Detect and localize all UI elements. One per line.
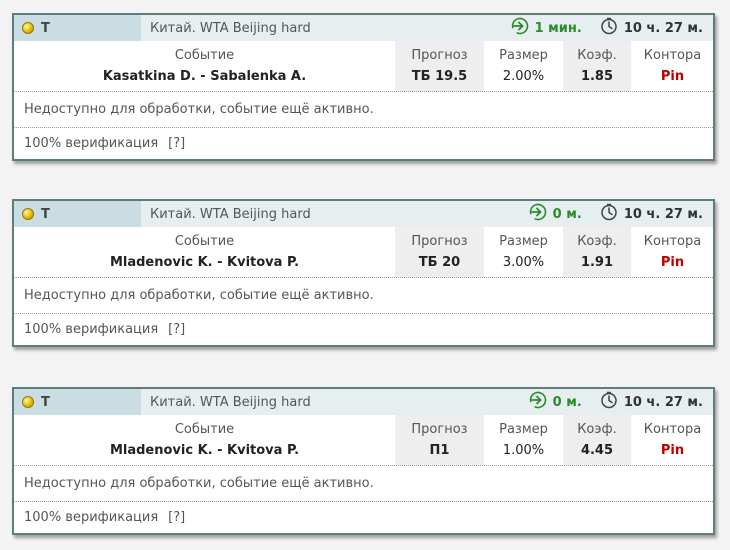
card-header: Т Китай. WTA Beijing hard 1 мин. 10 ч. 2… <box>14 15 713 41</box>
prediction-value: ТБ 20 <box>418 255 461 270</box>
bet-details: Событие Mladenovic K. - Kvitova P. Прогн… <box>14 415 713 466</box>
bet-card: Т Китай. WTA Beijing hard 0 м. 10 ч. 27 … <box>12 199 715 347</box>
help-link[interactable]: [?] <box>168 322 185 337</box>
event-column: Событие Mladenovic K. - Kvitova P. <box>14 227 394 277</box>
bookmaker-column: Контора Pin <box>631 415 713 465</box>
size-value: 1.00% <box>502 443 545 458</box>
stopwatch-icon <box>600 391 624 413</box>
event-label: Событие <box>174 422 235 437</box>
league-title: Китай. WTA Beijing hard <box>150 394 311 410</box>
status-text: 0 м. <box>552 394 582 410</box>
prediction-column: Прогноз П1 <box>394 415 484 465</box>
prediction-label: Прогноз <box>411 48 468 63</box>
status-indicator: 0 м. <box>529 203 582 225</box>
odds-label: Коэф. <box>577 48 617 63</box>
timer-text: 10 ч. 27 м. <box>623 206 703 222</box>
size-column: Размер 1.00% <box>484 415 562 465</box>
help-link[interactable]: [?] <box>168 510 185 525</box>
prediction-value: П1 <box>429 443 450 458</box>
sport-cell: Т <box>14 15 141 41</box>
bet-details: Событие Kasatkina D. - Sabalenka A. Прог… <box>14 41 713 92</box>
card-header: Т Китай. WTA Beijing hard 0 м. 10 ч. 27 … <box>14 201 713 227</box>
bet-card: Т Китай. WTA Beijing hard 1 мин. 10 ч. 2… <box>12 13 715 161</box>
status-text: 0 м. <box>552 206 582 222</box>
verification-row: 100% верификация [?] <box>14 128 713 159</box>
size-value: 2.00% <box>502 69 545 84</box>
sport-cell: Т <box>14 201 141 227</box>
event-column: Событие Kasatkina D. - Sabalenka A. <box>14 41 394 91</box>
prediction-label: Прогноз <box>411 234 468 249</box>
stopwatch-icon <box>600 17 624 39</box>
league-title: Китай. WTA Beijing hard <box>150 206 311 222</box>
time-remaining: 10 ч. 27 м. <box>600 17 703 39</box>
verification-row: 100% верификация [?] <box>14 502 713 533</box>
league-title: Китай. WTA Beijing hard <box>150 20 311 36</box>
card-header: Т Китай. WTA Beijing hard 0 м. 10 ч. 27 … <box>14 389 713 415</box>
size-value: 3.00% <box>502 255 545 270</box>
prediction-column: Прогноз ТБ 19.5 <box>394 41 484 91</box>
prediction-column: Прогноз ТБ 20 <box>394 227 484 277</box>
time-remaining: 10 ч. 27 м. <box>600 203 703 225</box>
size-label: Размер <box>499 48 548 63</box>
odds-value: 1.85 <box>580 69 614 84</box>
help-link[interactable]: [?] <box>168 136 185 151</box>
bookmaker-label: Контора <box>643 234 702 249</box>
verification-text: 100% верификация <box>24 322 159 337</box>
bookmaker-column: Контора Pin <box>631 41 713 91</box>
arrow-in-circle-icon <box>529 203 553 225</box>
bookmaker-value[interactable]: Pin <box>661 443 684 458</box>
bet-details: Событие Mladenovic K. - Kvitova P. Прогн… <box>14 227 713 278</box>
status-indicator: 0 м. <box>529 391 582 413</box>
sport-cell: Т <box>14 389 141 415</box>
event-column: Событие Mladenovic K. - Kvitova P. <box>14 415 394 465</box>
sport-label: Т <box>41 394 50 410</box>
verification-row: 100% верификация [?] <box>14 314 713 345</box>
timer-text: 10 ч. 27 м. <box>623 394 703 410</box>
event-label: Событие <box>174 234 235 249</box>
bookmaker-value[interactable]: Pin <box>661 69 684 84</box>
event-name[interactable]: Mladenovic K. - Kvitova P. <box>110 255 299 270</box>
size-label: Размер <box>499 422 548 437</box>
tennis-ball-icon <box>22 208 34 220</box>
event-name[interactable]: Mladenovic K. - Kvitova P. <box>110 443 299 458</box>
arrow-in-circle-icon <box>529 391 553 413</box>
verification-text: 100% верификация <box>24 136 159 151</box>
bookmaker-label: Контора <box>643 48 702 63</box>
status-note: Недоступно для обработки, событие ещё ак… <box>14 278 713 314</box>
odds-value: 1.91 <box>580 255 614 270</box>
stopwatch-icon <box>600 203 624 225</box>
size-label: Размер <box>499 234 548 249</box>
odds-column: Коэф. 4.45 <box>562 415 631 465</box>
bet-card: Т Китай. WTA Beijing hard 0 м. 10 ч. 27 … <box>12 387 715 535</box>
status-note: Недоступно для обработки, событие ещё ак… <box>14 92 713 128</box>
prediction-value: ТБ 19.5 <box>411 69 468 84</box>
tennis-ball-icon <box>22 22 34 34</box>
sport-label: Т <box>41 20 50 36</box>
bookmaker-column: Контора Pin <box>631 227 713 277</box>
size-column: Размер 3.00% <box>484 227 562 277</box>
event-name[interactable]: Kasatkina D. - Sabalenka A. <box>103 69 306 84</box>
event-label: Событие <box>174 48 235 63</box>
status-text: 1 мин. <box>534 20 582 36</box>
odds-column: Коэф. 1.91 <box>562 227 631 277</box>
arrow-in-circle-icon <box>511 17 535 39</box>
sport-label: Т <box>41 206 50 222</box>
odds-column: Коэф. 1.85 <box>562 41 631 91</box>
verification-text: 100% верификация <box>24 510 159 525</box>
odds-label: Коэф. <box>577 422 617 437</box>
odds-value: 4.45 <box>580 443 614 458</box>
tennis-ball-icon <box>22 396 34 408</box>
prediction-label: Прогноз <box>411 422 468 437</box>
bookmaker-label: Контора <box>643 422 702 437</box>
time-remaining: 10 ч. 27 м. <box>600 391 703 413</box>
status-note: Недоступно для обработки, событие ещё ак… <box>14 466 713 502</box>
odds-label: Коэф. <box>577 234 617 249</box>
size-column: Размер 2.00% <box>484 41 562 91</box>
timer-text: 10 ч. 27 м. <box>623 20 703 36</box>
bookmaker-value[interactable]: Pin <box>661 255 684 270</box>
status-indicator: 1 мин. <box>511 17 582 39</box>
